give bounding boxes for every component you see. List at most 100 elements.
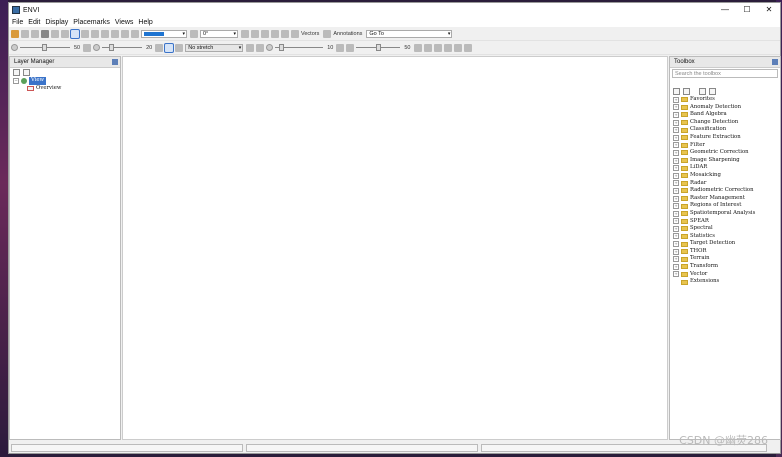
annotations-menu[interactable]: Annotations (333, 31, 362, 37)
goto-combo[interactable]: Go To ▾ (366, 29, 453, 38)
toolbox-item[interactable]: + Target Detection (673, 240, 780, 248)
toolbox-item[interactable]: + Statistics (673, 233, 780, 241)
expand-icon[interactable]: + (673, 256, 679, 263)
expand-icon[interactable]: + (673, 218, 679, 225)
toolbox-item[interactable]: + Terrain (673, 255, 780, 263)
tree-item-view[interactable]: − View (13, 77, 120, 85)
chart-icon[interactable] (423, 43, 432, 52)
image-view-canvas[interactable] (122, 56, 668, 440)
menu-edit[interactable]: Edit (28, 19, 40, 26)
menu-placemarks[interactable]: Placemarks (73, 19, 110, 26)
minimize-button[interactable]: — (714, 3, 736, 17)
collapse-all-icon[interactable] (673, 88, 680, 95)
expand-icon[interactable]: + (673, 119, 679, 126)
rotate-view-icon[interactable] (190, 29, 198, 38)
rotate-icon[interactable] (81, 29, 89, 38)
expand-all-icon[interactable] (683, 88, 690, 95)
toolbox-item[interactable]: + LiDAR (673, 164, 780, 172)
expand-icon[interactable]: + (673, 248, 679, 255)
link-icon[interactable] (251, 29, 259, 38)
portal-icon[interactable] (453, 43, 462, 52)
toolbox-item[interactable]: + Spectral (673, 225, 780, 233)
favorite-star-icon[interactable] (699, 88, 706, 95)
zoom-combo[interactable]: ▾ (141, 29, 187, 38)
fly-icon[interactable] (91, 29, 99, 38)
rotation-combo[interactable]: 0° ▾ (200, 29, 238, 38)
pin-icon[interactable] (112, 59, 118, 65)
stretch-combo[interactable]: No stretch ▾ (185, 43, 244, 52)
toolbox-item[interactable]: + Radiometric Correction (673, 187, 780, 195)
toolbox-item[interactable]: + Regions of Interest (673, 202, 780, 210)
vectors-icon[interactable] (291, 29, 299, 38)
crosshair-icon[interactable] (131, 29, 139, 38)
zoom-in-icon[interactable] (101, 29, 109, 38)
expand-icon[interactable]: + (673, 210, 679, 217)
pin-icon[interactable] (772, 59, 778, 65)
toolbox-item[interactable]: + Vector (673, 271, 780, 279)
reset-sharpen-icon[interactable] (336, 43, 345, 52)
toolbox-item[interactable]: + THOR (673, 248, 780, 256)
zoom-box-icon[interactable] (70, 28, 80, 39)
contrast-slider[interactable] (102, 44, 143, 51)
toolbox-item[interactable]: + Radar (673, 180, 780, 188)
close-button[interactable]: ✕ (758, 3, 780, 17)
toolbox-item[interactable]: + Image Sharpening (673, 157, 780, 165)
toolbox-item[interactable]: + Band Algebra (673, 111, 780, 119)
pan-icon[interactable] (61, 29, 69, 38)
expand-icon[interactable]: + (673, 187, 679, 194)
sync-icon[interactable] (261, 29, 269, 38)
north-up-icon[interactable] (241, 29, 249, 38)
reset-brightness-icon[interactable] (83, 43, 92, 52)
layers-icon[interactable] (443, 43, 452, 52)
toolbox-item[interactable]: Extensions (673, 278, 780, 286)
chip-icon[interactable] (463, 43, 472, 52)
expand-icon[interactable]: + (673, 104, 679, 111)
stretch-settings-icon[interactable] (175, 43, 184, 52)
expand-icon[interactable]: + (673, 172, 679, 179)
select-icon[interactable] (51, 29, 59, 38)
maximize-button[interactable]: ☐ (736, 3, 758, 17)
image-icon[interactable] (433, 43, 442, 52)
collapse-all-icon[interactable] (13, 69, 20, 76)
toolbox-item[interactable]: + Change Detection (673, 119, 780, 127)
toolbox-item[interactable]: + Mosaicking (673, 172, 780, 180)
toolbox-item[interactable]: + Transform (673, 263, 780, 271)
zoom-out-icon[interactable] (111, 29, 119, 38)
toolbox-item[interactable]: + Raster Management (673, 195, 780, 203)
menu-file[interactable]: File (12, 19, 23, 26)
refresh-stretch-icon[interactable] (246, 43, 255, 52)
expand-all-icon[interactable] (23, 69, 30, 76)
toolbox-item[interactable]: + Anomaly Detection (673, 104, 780, 112)
menu-display[interactable]: Display (45, 19, 68, 26)
toolbox-item[interactable]: + Favorites (673, 96, 780, 104)
grid-icon[interactable] (281, 29, 289, 38)
expand-icon[interactable]: + (673, 96, 679, 103)
histogram-icon[interactable] (256, 43, 265, 52)
full-extent-icon[interactable] (121, 29, 129, 38)
expand-icon[interactable]: + (673, 241, 679, 248)
vectors-menu[interactable]: Vectors (301, 31, 319, 37)
expand-icon[interactable]: + (673, 111, 679, 118)
expand-icon[interactable]: + (673, 134, 679, 141)
expand-icon[interactable]: + (673, 271, 679, 278)
expand-icon[interactable]: + (673, 233, 679, 240)
toolbox-item[interactable]: + Classification (673, 126, 780, 134)
print-icon[interactable] (31, 29, 39, 38)
toolbox-item[interactable]: + Spatiotemporal Analysis (673, 210, 780, 218)
sharpen-slider[interactable] (275, 44, 324, 51)
cursor-value-icon[interactable] (41, 29, 49, 38)
data-manager-icon[interactable] (21, 29, 29, 38)
expand-icon[interactable]: + (673, 165, 679, 172)
expand-icon[interactable]: + (673, 225, 679, 232)
toolbox-search-input[interactable]: Search the toolbox (672, 69, 778, 78)
annotations-icon[interactable] (323, 29, 332, 38)
brightness-slider[interactable] (20, 44, 70, 51)
expand-icon[interactable]: + (673, 157, 679, 164)
stretch-type-icon[interactable] (164, 42, 175, 53)
expand-icon[interactable]: + (673, 203, 679, 210)
expand-icon[interactable]: + (673, 195, 679, 202)
open-folder-icon[interactable] (11, 29, 19, 38)
reset-transparency-icon[interactable] (413, 43, 422, 52)
tree-item-overview[interactable]: Overview (13, 85, 120, 93)
menu-views[interactable]: Views (115, 19, 134, 26)
